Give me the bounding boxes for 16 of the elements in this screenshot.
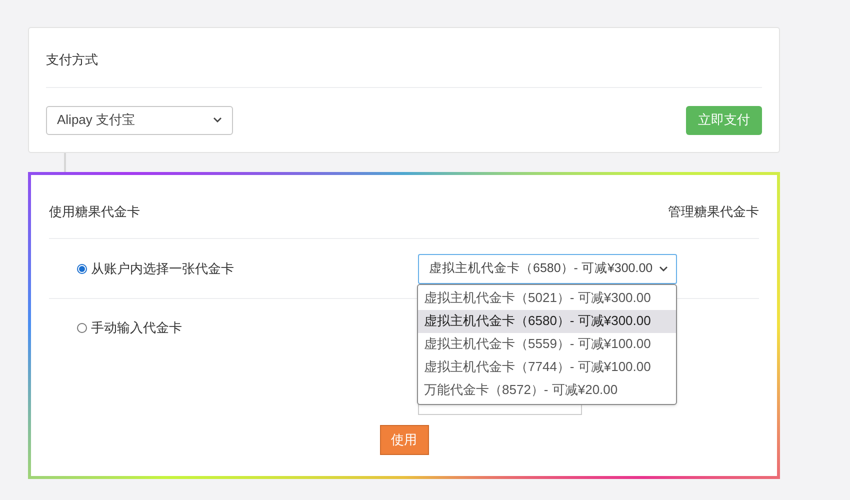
chevron-down-icon (213, 117, 222, 123)
dropdown-option[interactable]: 虚拟主机代金卡（7744）- 可减¥100.00 (418, 356, 676, 378)
radio-button[interactable] (77, 322, 87, 333)
dropdown-option[interactable]: 虚拟主机代金卡（6580）- 可减¥300.00 (418, 310, 676, 332)
radio-button[interactable] (77, 264, 87, 274)
radio-label: 从账户内选择一张代金卡 (91, 260, 234, 278)
section-title: 支付方式 (46, 52, 98, 67)
manage-link[interactable]: 管理糖果代金卡 (668, 202, 759, 221)
radio-label: 手动输入代金卡 (91, 319, 182, 337)
dropdown-option[interactable]: 虚拟主机代金卡（5021）- 可减¥300.00 (418, 286, 676, 310)
voucher-select[interactable]: 虚拟主机代金卡（6580）- 可减¥300.00 (418, 254, 677, 284)
chevron-down-icon (659, 266, 668, 272)
dropdown-option[interactable]: 万能代金卡（8572）- 可减¥20.00 (418, 378, 676, 402)
payment-method-select[interactable]: Alipay 支付宝 (46, 106, 233, 134)
dropdown-option[interactable]: 虚拟主机代金卡（5559）- 可减¥100.00 (418, 332, 676, 356)
section-title: 使用糖果代金卡 (49, 202, 140, 220)
